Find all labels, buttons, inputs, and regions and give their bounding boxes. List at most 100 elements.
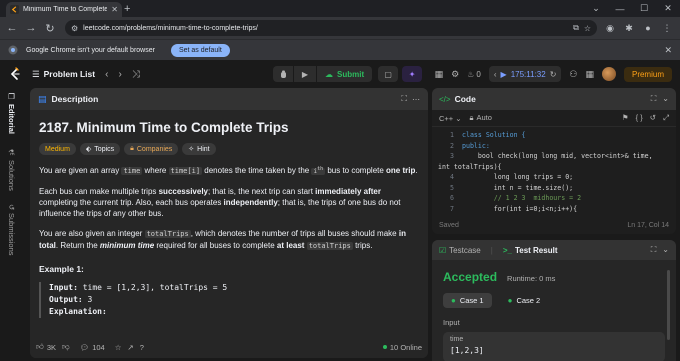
fire-icon: ♨ — [467, 69, 475, 79]
tab-submissions[interactable]: ↺ Submissions — [7, 204, 16, 256]
maximize-editor-icon[interactable]: ⛶ — [651, 94, 657, 104]
minimize-icon[interactable]: — — [608, 4, 632, 14]
tab-editorial[interactable]: ❐ Editorial — [7, 92, 16, 134]
problem-title: 2187. Minimum Time to Complete Trips — [39, 120, 289, 135]
text: . — [415, 166, 418, 175]
ai-assist-button[interactable]: ✦ — [402, 66, 423, 82]
auto-mode-label: Auto — [476, 113, 492, 122]
avatar[interactable] — [601, 67, 616, 81]
window-close-icon[interactable]: ✕ — [656, 3, 680, 14]
tab-title: Minimum Time to Complete Trips — [23, 6, 108, 13]
bug-icon — [280, 70, 286, 78]
bookmark-star-icon[interactable]: ☆ — [584, 24, 591, 33]
premium-button[interactable]: Premium — [623, 66, 672, 82]
tab-solutions[interactable]: ⚗ Solutions — [7, 148, 16, 191]
code-editor[interactable]: 1 class Solution { 2 public: 3 bool check(… — [432, 127, 676, 214]
description-tab[interactable]: Description — [52, 94, 99, 104]
extensions-puzzle-icon[interactable]: ✱ — [623, 23, 635, 34]
maximize-icon[interactable]: ☐ — [632, 3, 656, 14]
code-line: 2 public: — [432, 141, 676, 152]
run-button[interactable]: ▶ — [294, 66, 316, 82]
description-body: 2187. Minimum Time to Complete Trips Med… — [30, 110, 428, 330]
help-icon[interactable]: ? — [140, 343, 144, 352]
maximize-panel-icon[interactable]: ⛶ — [401, 94, 407, 104]
maximize-testcase-icon[interactable]: ⛶ — [651, 245, 657, 255]
companies-tag[interactable]: 🔒︎ Companies — [124, 143, 179, 155]
forward-icon[interactable]: → — [25, 22, 37, 34]
shuffle-icon[interactable]: ⤨ — [132, 69, 140, 80]
code-tab[interactable]: Code — [455, 94, 476, 104]
expand-icon[interactable]: ⤢ — [663, 113, 669, 123]
text: You are also given an integer — [39, 229, 145, 238]
next-problem-icon[interactable]: › — [118, 69, 121, 80]
language-select[interactable]: C++ ⌄ — [439, 114, 461, 123]
panel-menu-icon[interactable]: ⋯ — [412, 95, 420, 104]
tab-close-icon[interactable]: ✕ — [111, 5, 118, 14]
auto-mode-toggle[interactable]: 🔒︎ Auto — [469, 113, 491, 123]
new-tab-icon[interactable]: + — [124, 3, 130, 15]
extension-icon[interactable]: ◉ — [604, 23, 616, 34]
timer-play-icon: ▶ — [500, 69, 507, 79]
leetcode-logo-icon[interactable] — [8, 67, 22, 81]
back-icon[interactable]: ← — [6, 22, 18, 34]
tab-test-result[interactable]: >_ Test Result — [503, 246, 558, 255]
code-header-actions: ⛶ ⌄ — [651, 94, 669, 104]
share-icon[interactable]: ↗ — [127, 343, 133, 352]
text: denotes the time taken by the — [202, 166, 312, 175]
timer-reset-icon[interactable]: ↻ — [550, 70, 557, 79]
layout-icon[interactable]: ▦ — [435, 69, 444, 80]
profile-icon[interactable]: ● — [642, 23, 654, 33]
check-icon: ● — [507, 296, 513, 305]
example-output-line: Output: 3 — [49, 294, 419, 306]
bold-text: successively — [158, 187, 208, 196]
submit-button[interactable]: ☁ Submit — [317, 66, 373, 82]
debug-button[interactable] — [273, 66, 293, 82]
like-button[interactable]: 👍︎ 3K — [36, 342, 56, 352]
favorite-star-icon[interactable]: ☆ — [115, 343, 122, 352]
code-text: int totalTrips){ — [438, 162, 502, 171]
chrome-menu-icon[interactable]: ⋮ — [661, 23, 673, 34]
address-bar[interactable]: ⚙ leetcode.com/problems/minimum-time-to-… — [65, 20, 597, 36]
comments-button[interactable]: 💬︎ 104 — [80, 343, 105, 352]
timer[interactable]: ‹ ▶ 175:11:32 ↻ — [488, 66, 562, 82]
topics-label: Topics — [94, 145, 115, 153]
bold-text: at least — [276, 241, 305, 250]
topics-tag[interactable]: ⬖ Topics — [79, 143, 121, 155]
install-icon[interactable]: ⧉ — [573, 23, 579, 33]
notes-button[interactable]: ▢ — [378, 66, 399, 82]
collapse-editor-icon[interactable]: ⌄ — [662, 94, 669, 104]
thumbs-down-icon[interactable]: 👎︎ — [62, 342, 70, 352]
timer-toggle-icon[interactable]: ‹ — [494, 70, 497, 79]
browser-tab[interactable]: Minimum Time to Complete Trips ✕ — [6, 2, 122, 17]
tab-testcase[interactable]: ☑ Testcase — [439, 246, 481, 255]
format-braces-icon[interactable]: { } — [636, 113, 643, 123]
text: trips. — [352, 241, 373, 250]
reset-icon[interactable]: ↺ — [650, 113, 656, 123]
prev-problem-icon[interactable]: ‹ — [105, 69, 108, 80]
code-line: 5 int n = time.size(); — [432, 183, 676, 194]
add-friend-icon[interactable]: ⚇ — [569, 69, 577, 80]
problem-list-button[interactable]: ☰ Problem List — [32, 69, 95, 80]
tab-search-icon[interactable]: ⌄ — [584, 3, 608, 14]
book-icon: ❐ — [7, 92, 16, 101]
example-explanation-label: Explanation: — [49, 307, 107, 316]
apps-grid-icon[interactable]: ▦ — [585, 69, 594, 80]
case-1-tab[interactable]: ● Case 1 — [443, 293, 492, 308]
infobar-close-icon[interactable]: ✕ — [664, 45, 672, 56]
reload-icon[interactable]: ↻ — [44, 22, 56, 35]
case-2-tab[interactable]: ● Case 2 — [500, 293, 549, 308]
bookmark-icon[interactable]: ⚑ — [622, 113, 629, 123]
streak-counter[interactable]: ♨ 0 — [467, 70, 481, 79]
infobar-message: Google Chrome isn't your default browser — [26, 46, 155, 54]
inline-code: totalTrips — [306, 242, 353, 250]
settings-gear-icon[interactable]: ⚙ — [451, 69, 459, 80]
code-line: 3 bool check(long long mid, vector<int>&… — [432, 151, 676, 162]
browser-tabstrip: Minimum Time to Complete Trips ✕ + ⌄ — ☐… — [0, 0, 680, 17]
code-text: bool check(long long mid, vector<int>& t… — [462, 152, 653, 160]
site-info-icon[interactable]: ⚙ — [71, 24, 78, 33]
case-1-label: Case 1 — [459, 296, 484, 305]
testcase-scrollbar[interactable] — [667, 270, 670, 340]
hint-tag[interactable]: ✧ Hint — [182, 143, 216, 155]
set-default-button[interactable]: Set as default — [170, 43, 230, 57]
collapse-testcase-icon[interactable]: ⌄ — [662, 245, 669, 255]
